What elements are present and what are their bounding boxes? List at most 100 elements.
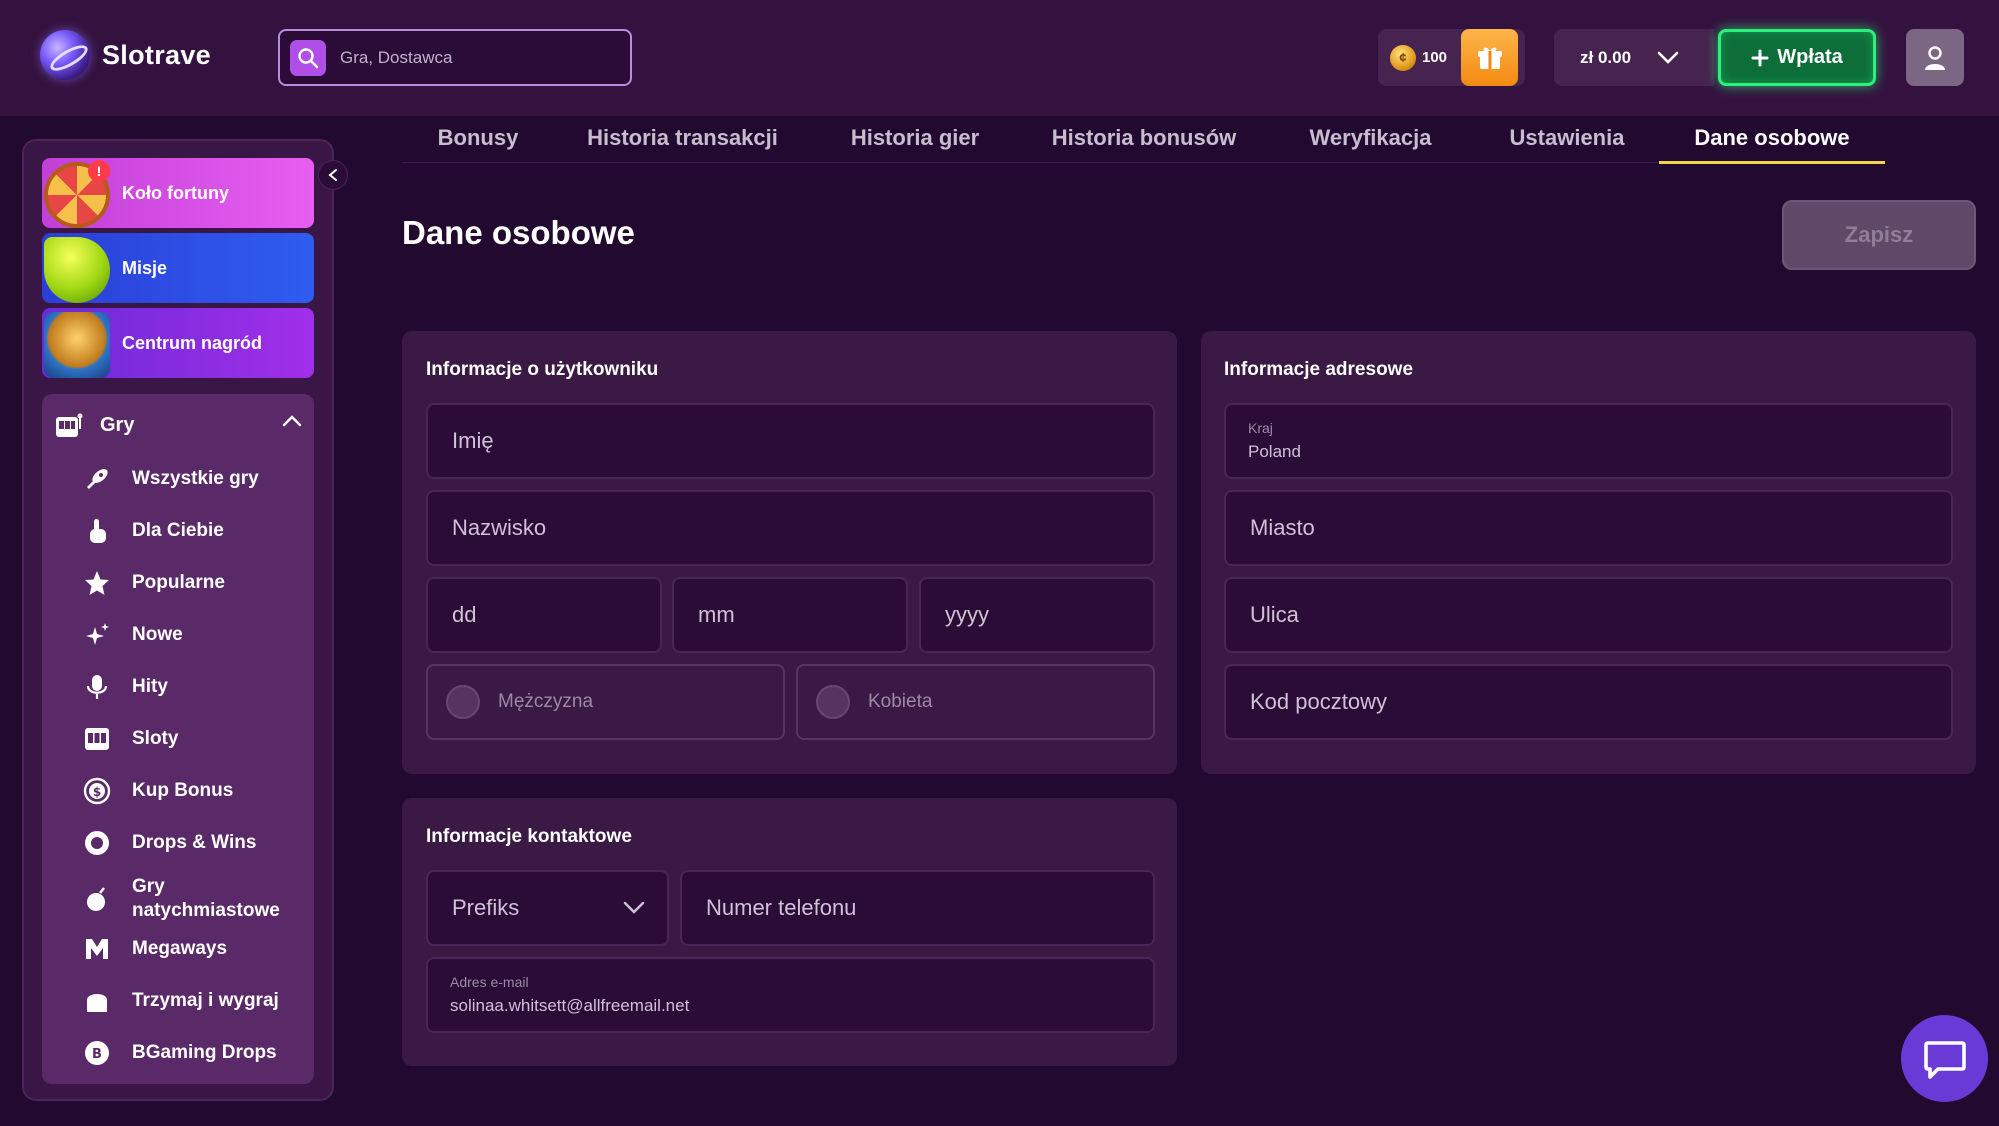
deposit-button[interactable]: Wpłata: [1718, 29, 1876, 86]
postal-code-field[interactable]: Kod pocztowy: [1224, 664, 1953, 740]
sidebar-collapse-button[interactable]: [318, 160, 348, 190]
dollar-coin-icon: $: [82, 776, 112, 806]
email-field[interactable]: Adres e-mail solinaa.whitsett@allfreemai…: [426, 957, 1155, 1033]
sidebar-item-buy-bonus[interactable]: $ Kup Bonus: [82, 769, 312, 813]
svg-text:$: $: [93, 785, 101, 799]
city-field[interactable]: Miasto: [1224, 490, 1953, 566]
sidebar-item-label: Nowe: [132, 624, 183, 645]
logo[interactable]: Slotrave: [40, 30, 211, 80]
coins-value: 100: [1422, 49, 1448, 66]
prefix-label: Prefiks: [452, 895, 520, 920]
tab-bonus-history[interactable]: Historia bonusów: [1049, 112, 1239, 163]
sidebar-item-new[interactable]: Nowe: [82, 613, 312, 657]
sidebar-item-megaways[interactable]: Megaways: [82, 927, 312, 971]
microphone-icon: [82, 672, 112, 702]
tab-bonuses[interactable]: Bonusy: [436, 112, 520, 163]
user-icon: [1925, 45, 1945, 70]
radio-circle-icon: [446, 685, 480, 719]
sidebar-item-bgaming-drops[interactable]: B BGaming Drops: [82, 1031, 312, 1075]
live-chat-button[interactable]: [1901, 1015, 1988, 1102]
promo-reward-center[interactable]: Centrum nagród: [42, 308, 314, 378]
gender-male-radio[interactable]: Mężczyzna: [426, 664, 785, 740]
sidebar-item-label: Kup Bonus: [132, 780, 234, 801]
last-name-field[interactable]: Nazwisko: [426, 490, 1155, 566]
sidebar-item-for-you[interactable]: Dla Ciebie: [82, 509, 312, 553]
plus-icon: [1751, 49, 1769, 66]
hold-win-icon: [82, 986, 112, 1016]
slot-machine-icon: [56, 413, 83, 437]
treasure-chest-icon: [44, 312, 110, 378]
games-section-toggle[interactable]: Gry: [42, 400, 314, 450]
email-value: solinaa.whitsett@allfreemail.net: [450, 996, 690, 1015]
phone-number-field[interactable]: Numer telefonu: [680, 870, 1155, 946]
sidebar-item-label: Drops & Wins: [132, 832, 257, 853]
gift-icon: [1477, 47, 1502, 69]
sidebar-item-label: Gry natychmiastowe: [132, 876, 280, 921]
chevron-left-icon: [328, 169, 337, 181]
email-label: Adres e-mail: [450, 974, 529, 990]
tab-personal-data[interactable]: Dane osobowe: [1659, 112, 1885, 164]
page-title: Dane osobowe: [402, 214, 635, 251]
country-label: Kraj: [1248, 420, 1273, 436]
save-button[interactable]: Zapisz: [1782, 200, 1976, 270]
promo-wheel-of-fortune[interactable]: ! Koło fortuny: [42, 158, 314, 228]
promo-label: Centrum nagród: [122, 332, 263, 353]
promo-label: Koło fortuny: [122, 182, 229, 203]
deposit-label: Wpłata: [1777, 46, 1843, 68]
balance-dropdown[interactable]: zł 0.00: [1554, 29, 1714, 86]
sidebar-item-hold-and-win[interactable]: Trzymaj i wygraj: [82, 979, 312, 1023]
sidebar-item-label: BGaming Drops: [132, 1042, 277, 1063]
rocket-icon: [82, 464, 112, 494]
chevron-up-icon: [282, 415, 302, 427]
sidebar-item-slots[interactable]: Sloty: [82, 717, 312, 761]
search-input[interactable]: [340, 47, 600, 68]
gift-button[interactable]: [1461, 29, 1518, 86]
contact-info-title: Informacje kontaktowe: [426, 826, 632, 847]
tab-verification[interactable]: Weryfikacja: [1305, 112, 1436, 163]
sidebar-item-drops-wins[interactable]: Drops & Wins: [82, 821, 312, 865]
promo-missions[interactable]: Misje: [42, 233, 314, 303]
sidebar-item-instant-games[interactable]: Gry natychmiastowe: [82, 873, 312, 925]
logo-planet-icon: [40, 30, 90, 80]
tab-game-history[interactable]: Historia gier: [849, 112, 981, 163]
promo-label: Misje: [122, 257, 168, 278]
balance-value: zł 0.00: [1580, 47, 1632, 67]
user-account-button[interactable]: [1906, 29, 1964, 86]
chevron-down-icon: [623, 901, 645, 914]
sidebar-item-all-games[interactable]: Wszystkie gry: [82, 457, 312, 501]
street-field[interactable]: Ulica: [1224, 577, 1953, 653]
sidebar-item-label: Popularne: [132, 572, 225, 593]
country-field[interactable]: Kraj Poland: [1224, 403, 1953, 479]
brand-name: Slotrave: [102, 39, 211, 70]
sidebar-item-popular[interactable]: Popularne: [82, 561, 312, 605]
slots-icon: [82, 724, 112, 754]
sidebar-item-label: Hity: [132, 676, 168, 697]
sidebar-item-label: Megaways: [132, 938, 228, 959]
sparkles-icon: [82, 620, 112, 650]
hand-pointer-icon: [82, 516, 112, 546]
bomb-icon: [82, 884, 112, 914]
notification-badge: !: [88, 160, 110, 182]
sidebar-item-label: Dla Ciebie: [132, 520, 224, 541]
bgaming-icon: B: [82, 1038, 112, 1068]
tab-transaction-history[interactable]: Historia transakcji: [584, 112, 781, 163]
drops-wins-icon: [82, 828, 112, 858]
games-section-label: Gry: [100, 413, 135, 436]
address-info-title: Informacje adresowe: [1224, 359, 1414, 380]
radio-label: Kobieta: [868, 691, 933, 712]
svg-text:B: B: [92, 1047, 102, 1062]
first-name-field[interactable]: Imię: [426, 403, 1155, 479]
tab-settings[interactable]: Ustawienia: [1502, 112, 1632, 163]
phone-prefix-select[interactable]: Prefiks: [426, 870, 669, 946]
birth-day-field[interactable]: dd: [426, 577, 662, 653]
birth-year-field[interactable]: yyyy: [919, 577, 1155, 653]
sidebar-item-hits[interactable]: Hity: [82, 665, 312, 709]
birth-month-field[interactable]: mm: [672, 577, 908, 653]
search-icon[interactable]: [290, 39, 326, 76]
search-box[interactable]: [278, 29, 632, 86]
gender-female-radio[interactable]: Kobieta: [796, 664, 1155, 740]
country-value: Poland: [1248, 442, 1301, 461]
user-info-title: Informacje o użytkowniku: [426, 359, 659, 380]
radio-circle-icon: [816, 685, 850, 719]
profile-tabs: Bonusy Historia transakcji Historia gier…: [402, 112, 1885, 164]
